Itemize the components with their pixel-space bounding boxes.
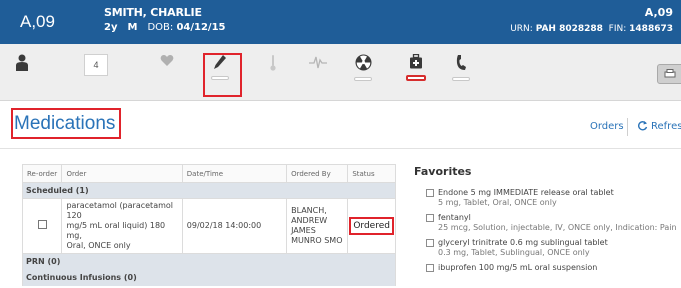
- favorite-name: glyceryl trinitrate 0.6 mg sublingual ta…: [438, 238, 608, 247]
- print-button[interactable]: [657, 64, 681, 84]
- datetime-cell: 09/02/18 14:00:00: [181, 198, 288, 254]
- group-row-prn[interactable]: PRN (0): [22, 253, 396, 270]
- group-label: Continuous Infusions (0): [22, 269, 396, 286]
- order-text-line: Oral, ONCE only: [66, 241, 131, 250]
- status-badge: Ordered: [349, 217, 394, 235]
- favorites-title: Favorites: [414, 165, 472, 178]
- favorite-name: fentanyl: [438, 213, 471, 222]
- medications-table: Re-order Order Date/Time Ordered By Stat…: [21, 164, 396, 286]
- refresh-link[interactable]: Refresh: [651, 121, 681, 132]
- toolbar-count[interactable]: 4: [76, 44, 116, 101]
- refresh-icon[interactable]: [637, 120, 648, 131]
- toolbar-phone[interactable]: [441, 44, 481, 101]
- group-row-continuous-infusions[interactable]: Continuous Infusions (0): [22, 269, 396, 286]
- thermometer-icon: [270, 55, 276, 71]
- radiation-indicator: [354, 77, 372, 81]
- favorite-detail: 25 mcg, Solution, injectable, IV, ONCE o…: [438, 223, 677, 232]
- favorite-name: Endone 5 mg IMMEDIATE release oral table…: [438, 188, 614, 197]
- patient-sex: M: [127, 22, 138, 33]
- table-row[interactable]: paracetamol (paracetamol 120 mg/5 mL ora…: [21, 198, 396, 254]
- print-icon: [664, 69, 676, 78]
- divider: [627, 118, 628, 136]
- favorite-checkbox[interactable]: [426, 214, 434, 222]
- column-header-datetime[interactable]: Date/Time: [181, 164, 288, 183]
- favorite-detail: 0.3 mg, Tablet, Sublingual, ONCE only: [438, 248, 590, 257]
- favorites-list: Endone 5 mg IMMEDIATE release oral table…: [426, 188, 681, 278]
- medkit-alert-indicator: [406, 75, 426, 81]
- favorite-item[interactable]: fentanyl 25 mcg, Solution, injectable, I…: [426, 213, 681, 233]
- toolbar-thermometer[interactable]: [253, 44, 293, 101]
- fin-value: 1488673: [629, 24, 673, 34]
- order-text-line: paracetamol (paracetamol 120: [66, 201, 173, 220]
- patient-demographics: 2y M DOB: 04/12/15: [104, 22, 226, 33]
- bed-location-right: A,09: [644, 6, 673, 19]
- dob-value: 04/12/15: [176, 22, 226, 33]
- group-row-scheduled[interactable]: Scheduled (1): [22, 182, 396, 199]
- toolbar: 4: [0, 44, 681, 101]
- favorite-name: ibuprofen 100 mg/5 mL oral suspension: [438, 263, 598, 272]
- ordered-by-line: BLANCH,: [291, 206, 327, 215]
- favorite-item[interactable]: glyceryl trinitrate 0.6 mg sublingual ta…: [426, 238, 681, 258]
- reorder-checkbox[interactable]: [37, 220, 47, 229]
- patient-banner: A,09 SMITH, CHARLIE 2y M DOB: 04/12/15 A,0…: [0, 0, 681, 44]
- toolbar-radiation[interactable]: [343, 44, 383, 101]
- column-header-status[interactable]: Status: [347, 164, 396, 183]
- group-label: Scheduled (1): [22, 182, 396, 199]
- reorder-cell: [21, 198, 63, 254]
- urn-value: PAH 8028288: [535, 24, 603, 34]
- group-label: PRN (0): [22, 253, 396, 270]
- patient-identifiers: URN: PAH 8028288 FIN: 1488673: [510, 24, 673, 34]
- favorite-item[interactable]: Endone 5 mg IMMEDIATE release oral table…: [426, 188, 681, 208]
- phone-indicator: [452, 77, 470, 81]
- column-header-ordered-by[interactable]: Ordered By: [286, 164, 349, 183]
- favorite-checkbox[interactable]: [426, 264, 434, 272]
- ordered-by-line: ANDREW JAMES: [291, 216, 328, 235]
- status-cell: Ordered: [347, 198, 396, 254]
- urn-label: URN:: [510, 24, 533, 34]
- count-badge: 4: [84, 54, 108, 76]
- favorite-checkbox[interactable]: [426, 239, 434, 247]
- heart-icon: [160, 55, 174, 66]
- person-icon: [16, 54, 28, 71]
- toolbar-medkit[interactable]: [396, 44, 436, 101]
- phone-icon: [456, 55, 466, 70]
- ordered-by-cell: BLANCH, ANDREW JAMES MUNRO SMO: [286, 198, 349, 254]
- favorite-checkbox[interactable]: [426, 189, 434, 197]
- pencil-highlight-box: [203, 53, 242, 97]
- orders-link[interactable]: Orders: [590, 121, 624, 132]
- order-cell: paracetamol (paracetamol 120 mg/5 mL ora…: [61, 198, 183, 254]
- patient-name[interactable]: SMITH, CHARLIE: [104, 6, 202, 19]
- favorite-item[interactable]: ibuprofen 100 mg/5 mL oral suspension: [426, 263, 681, 273]
- toolbar-heart[interactable]: [147, 44, 187, 101]
- title-highlight-box: [11, 108, 121, 139]
- favorite-detail: 5 mg, Tablet, Oral, ONCE only: [438, 198, 557, 207]
- pulse-icon: [309, 56, 327, 69]
- fin-label: FIN:: [608, 24, 627, 34]
- ordered-by-line: MUNRO SMO: [291, 236, 343, 245]
- dob-label: DOB:: [147, 22, 174, 33]
- toolbar-person[interactable]: [2, 44, 42, 101]
- column-header-reorder[interactable]: Re-order: [21, 164, 63, 183]
- order-text-line: mg/5 mL oral liquid) 180 mg,: [66, 221, 166, 240]
- column-header-order[interactable]: Order: [61, 164, 183, 183]
- toolbar-pulse[interactable]: [298, 44, 338, 101]
- table-header-row: Re-order Order Date/Time Ordered By Stat…: [21, 164, 396, 183]
- radiation-icon: [355, 54, 371, 71]
- medkit-icon: [410, 54, 422, 69]
- bed-location: A,09: [20, 12, 55, 31]
- patient-age: 2y: [104, 22, 118, 33]
